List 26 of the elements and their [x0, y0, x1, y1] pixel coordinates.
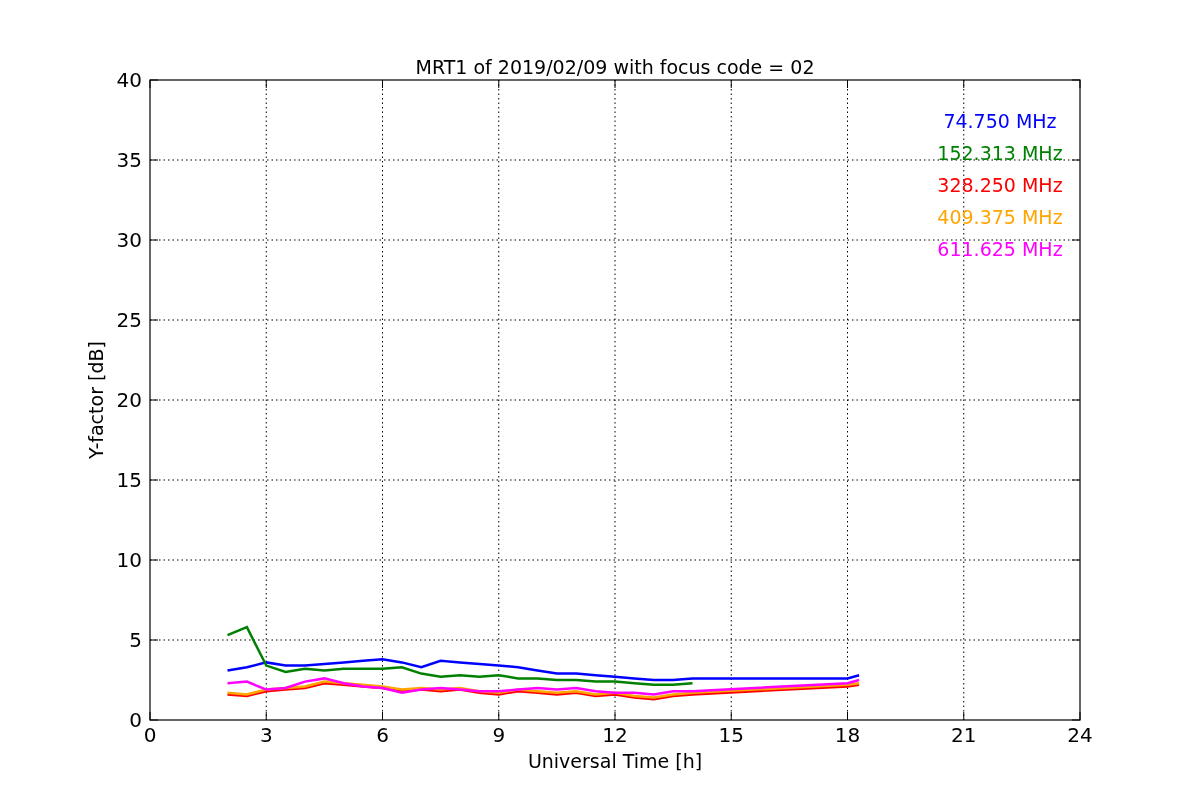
x-tick-label: 24 — [1067, 723, 1093, 747]
legend-label: 611.625 MHz — [937, 238, 1063, 260]
x-tick-label: 9 — [492, 723, 506, 747]
x-tick-label: 18 — [834, 723, 861, 747]
legend-label: 74.750 MHz — [943, 110, 1057, 132]
y-tick-label: 5 — [129, 628, 142, 652]
y-tick-label: 0 — [129, 708, 142, 732]
x-tick-label: 21 — [951, 723, 977, 747]
y-tick-label: 35 — [116, 148, 142, 172]
y-tick-label: 15 — [116, 468, 142, 492]
chart-title: MRT1 of 2019/02/09 with focus code = 02 — [415, 56, 815, 78]
legend-label: 409.375 MHz — [937, 206, 1063, 228]
y-tick-label: 20 — [116, 388, 142, 412]
y-tick-label: 10 — [116, 548, 142, 572]
x-tick-label: 6 — [376, 723, 389, 747]
y-axis-label: Y-factor [dB] — [85, 341, 107, 459]
x-tick-label: 3 — [259, 723, 273, 747]
legend-label: 328.250 MHz — [937, 174, 1063, 196]
x-axis-label: Universal Time [h] — [527, 750, 703, 772]
x-tick-label: 12 — [602, 723, 628, 747]
legend-label: 152.313 MHz — [937, 142, 1063, 164]
y-tick-label: 40 — [116, 68, 142, 92]
y-tick-label: 30 — [116, 228, 142, 252]
x-tick-label: 15 — [718, 723, 744, 747]
y-tick-label: 25 — [116, 308, 142, 332]
x-tick-label: 0 — [143, 723, 157, 747]
